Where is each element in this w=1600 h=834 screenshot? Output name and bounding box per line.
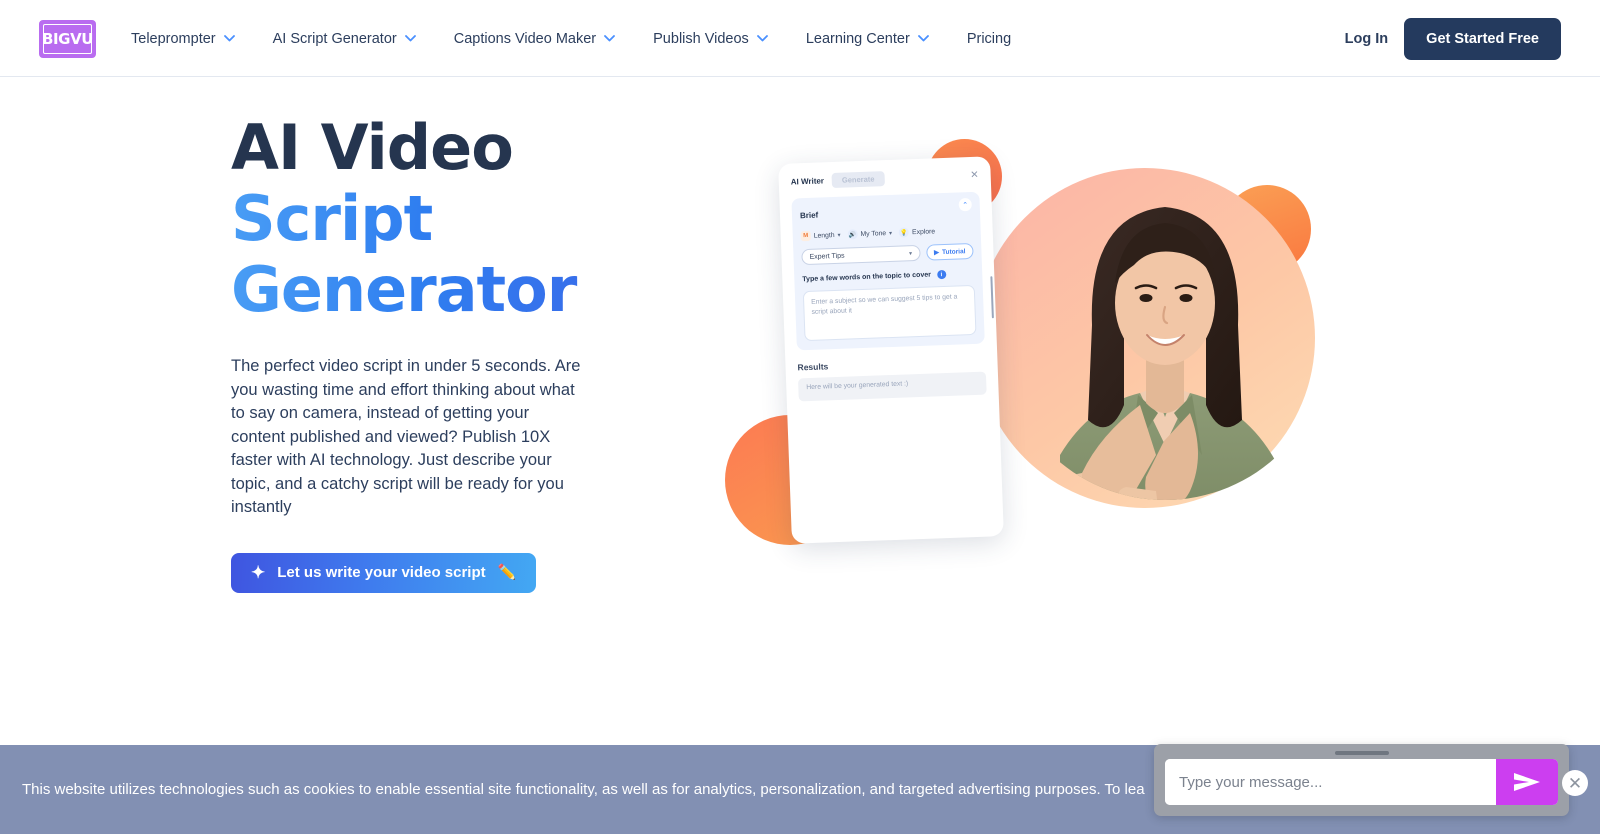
hero-description: The perfect video script in under 5 seco… <box>231 357 581 516</box>
nav-label: Learning Center <box>805 30 910 47</box>
nav-label: AI Script Generator <box>272 30 397 47</box>
nav-label: Pricing <box>966 30 1012 47</box>
play-icon: ▶ <box>933 249 940 257</box>
nav-label: Publish Videos <box>653 30 749 47</box>
mockup-results-label: Results <box>797 361 829 373</box>
login-link[interactable]: Log In <box>1345 31 1389 47</box>
nav-label: Teleprompter <box>131 30 216 47</box>
chat-message-input[interactable] <box>1165 759 1496 805</box>
chevron-down-icon <box>917 35 929 42</box>
mockup-results-box: Here will be your generated text :) <box>797 371 987 402</box>
chat-close-button[interactable]: ✕ <box>1562 770 1588 796</box>
navbar-actions: Log In Get Started Free <box>1345 0 1561 77</box>
top-navbar: BIGVU Teleprompter AI Script Generator C… <box>0 0 1600 77</box>
nav-label: Captions Video Maker <box>453 30 597 47</box>
logo-text: BIGVU <box>42 24 93 54</box>
control-label: Length <box>813 231 835 240</box>
topic-label: Type a few words on the topic to cover <box>802 271 932 284</box>
caret-down-icon: ▾ <box>909 250 913 257</box>
nav-item-teleprompter[interactable]: Teleprompter <box>131 31 235 47</box>
nav-item-learning-center[interactable]: Learning Center <box>806 31 929 47</box>
mockup-title: AI Writer <box>790 176 825 187</box>
dropdown-value: Expert Tips <box>809 252 845 261</box>
mockup-explore-control[interactable]: 💡 Explore <box>898 226 936 238</box>
hero-heading-line-3: Generator <box>231 254 651 325</box>
mockup-generate-button[interactable]: Generate <box>831 171 885 189</box>
caret-down-icon: ▾ <box>837 232 841 239</box>
info-icon[interactable]: i <box>936 269 947 280</box>
nav-item-ai-script-generator[interactable]: AI Script Generator <box>273 31 416 47</box>
lightbulb-icon: 💡 <box>898 227 910 238</box>
hero-heading-line-1: AI Video <box>231 111 514 184</box>
chevron-down-icon <box>404 35 416 42</box>
sparkles-icon: ✦ <box>251 563 266 582</box>
nav-item-publish-videos[interactable]: Publish Videos <box>653 31 768 47</box>
hero-heading-line-2: Script <box>231 183 651 254</box>
expert-tips-dropdown[interactable]: Expert Tips ▾ <box>801 244 921 266</box>
chevron-down-icon <box>604 35 616 42</box>
nav-item-pricing[interactable]: Pricing <box>967 31 1011 47</box>
tutorial-label: Tutorial <box>941 247 966 256</box>
length-badge-icon: M <box>800 230 811 242</box>
mockup-brief-label: Brief <box>799 210 819 221</box>
nav-item-captions-video-maker[interactable]: Captions Video Maker <box>453 30 616 47</box>
caret-down-icon: ▾ <box>889 230 893 237</box>
mockup-tone-control[interactable]: 🔊 My Tone ▾ <box>847 228 892 240</box>
ai-writer-app-mockup: AI Writer Generate ✕ Brief ⌃ M Length ▾ … <box>778 156 1004 544</box>
write-video-script-button[interactable]: ✦ Let us write your video script ✏️ <box>231 552 537 593</box>
chat-send-button[interactable] <box>1496 759 1558 805</box>
hero-content: AI Video Script Generator The perfect vi… <box>231 112 651 593</box>
chat-input-row <box>1165 759 1558 805</box>
cookie-banner-text: This website utilizes technologies such … <box>22 781 1145 798</box>
chevron-up-icon[interactable]: ⌃ <box>958 197 972 212</box>
get-started-free-button[interactable]: Get Started Free <box>1404 17 1561 60</box>
pencil-icon: ✏️ <box>497 564 517 581</box>
page-title: AI Video Script Generator <box>231 112 651 325</box>
main-navigation: Teleprompter AI Script Generator Caption… <box>131 0 1049 77</box>
mockup-controls: M Length ▾ 🔊 My Tone ▾ 💡 Explore <box>800 225 973 242</box>
mockup-select-row: Expert Tips ▾ ▶ Tutorial <box>801 242 974 266</box>
megaphone-icon: 🔊 <box>847 229 858 240</box>
cta-label: Let us write your video script <box>277 564 486 581</box>
presenter-photo <box>1044 207 1275 500</box>
mockup-topic-row: Type a few words on the topic to cover i <box>802 269 974 284</box>
mockup-scrollbar[interactable] <box>989 276 994 319</box>
bigvu-logo[interactable]: BIGVU <box>39 20 96 58</box>
chat-drag-handle[interactable] <box>1334 751 1389 755</box>
hero-illustration: AI Writer Generate ✕ Brief ⌃ M Length ▾ … <box>700 125 1340 565</box>
control-label: My Tone <box>860 229 887 238</box>
topic-textarea[interactable]: Enter a subject so we can suggest 5 tips… <box>802 284 977 342</box>
chat-widget: ✕ <box>1154 744 1588 816</box>
send-paper-plane-icon <box>1514 773 1540 791</box>
chevron-down-icon <box>756 35 768 42</box>
chevron-down-icon <box>223 35 235 42</box>
control-label: Explore <box>911 227 936 236</box>
mockup-length-control[interactable]: M Length ▾ <box>800 230 841 242</box>
mockup-header: AI Writer Generate ✕ <box>791 168 979 190</box>
close-icon[interactable]: ✕ <box>970 169 979 180</box>
tutorial-button[interactable]: ▶ Tutorial <box>925 242 974 261</box>
mockup-brief-section: Brief ⌃ M Length ▾ 🔊 My Tone ▾ 💡 Explore <box>791 191 985 351</box>
